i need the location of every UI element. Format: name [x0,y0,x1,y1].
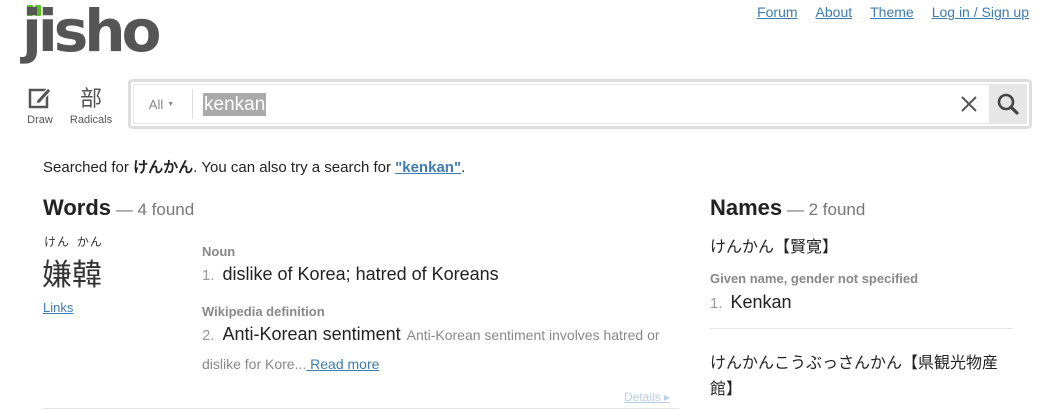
names-divider [710,328,1013,329]
caret-down-icon: ▼ [167,100,175,108]
search-input[interactable]: kenkan [203,92,267,116]
search-info-prefix: Searched for [43,159,134,176]
meaning-2: 2. Anti-Korean sentiment Anti-Korean senti… [202,324,660,345]
draw-button[interactable]: Draw [22,82,58,126]
name-meaning-text: Kenkan [730,292,792,312]
meaning-1-text: dislike of Korea; hatred of Koreans [222,264,499,284]
name-entry-2: けんかんこうぶっさんかん【県観光物産館】 [710,353,999,398]
nav-about[interactable]: About [816,4,853,20]
top-nav: Forum About Theme Log in / Sign up [757,4,1029,20]
read-more-link[interactable]: Read more [306,356,379,372]
meaning-2-description: Anti-Korean sentiment involves hatred or [406,327,660,343]
search-info: Searched for けんかん. You can also try a se… [43,156,465,177]
name-entry-1: けんかん【賢寛】 [710,237,839,256]
name-meaning-1: 1. Kenkan [710,292,792,313]
search-icon [997,93,1019,115]
search-info-middle: . You can also try a search for [193,159,396,176]
meaning-1-number: 1. [202,267,215,284]
radicals-button[interactable]: 部 Radicals [68,82,114,126]
words-divider [43,408,679,409]
entry-furigana: けん かん [44,235,103,249]
jisho-logo[interactable]: jisho [22,0,162,72]
radical-icon: 部 [79,87,102,112]
search-info-term: けんかん [133,159,194,176]
nav-login[interactable]: Log in / Sign up [932,4,1029,20]
alt-search-link[interactable]: "kenkan" [395,159,461,176]
name-type: Given name, gender not specified [710,271,919,286]
clear-search-button[interactable] [959,94,979,114]
entry-links[interactable]: Links [43,300,73,315]
pencil-square-icon [27,82,53,112]
names-title: Names [710,195,783,220]
meaning-2-continuation: dislike for Kore... Read more [202,356,379,372]
search-bar: All ▼ kenkan [128,79,1032,129]
search-info-suffix: . [461,159,466,176]
close-icon [961,96,977,112]
words-heading: Words — 4 found [43,195,194,221]
meaning-2-text: Anti-Korean sentiment [222,324,401,344]
meaning-2-cont-text: dislike for Kore... [202,356,307,372]
details-link[interactable]: Details ▸ [624,390,670,404]
names-heading: Names — 2 found [710,195,865,221]
name-meaning-number: 1. [710,295,723,312]
nav-theme[interactable]: Theme [870,4,914,20]
logo-text: jisho [22,0,161,65]
part-of-speech-wikipedia: Wikipedia definition [202,304,325,319]
search-scope-value: All [148,96,164,112]
nav-forum[interactable]: Forum [757,4,797,20]
words-title: Words [43,195,112,220]
search-frame [133,84,1027,124]
entry-kanji: 嫌韓 [42,258,102,293]
radicals-label: Radicals [69,114,113,126]
meaning-2-number: 2. [202,327,215,344]
part-of-speech-noun: Noun [202,244,236,259]
meaning-1: 1. dislike of Korea; hatred of Koreans [202,264,499,285]
words-count: — 4 found [111,200,195,219]
draw-label: Draw [27,114,53,126]
names-count: — 2 found [782,200,866,219]
search-scope-dropdown[interactable]: All ▼ [131,89,193,119]
search-button[interactable] [989,85,1027,123]
